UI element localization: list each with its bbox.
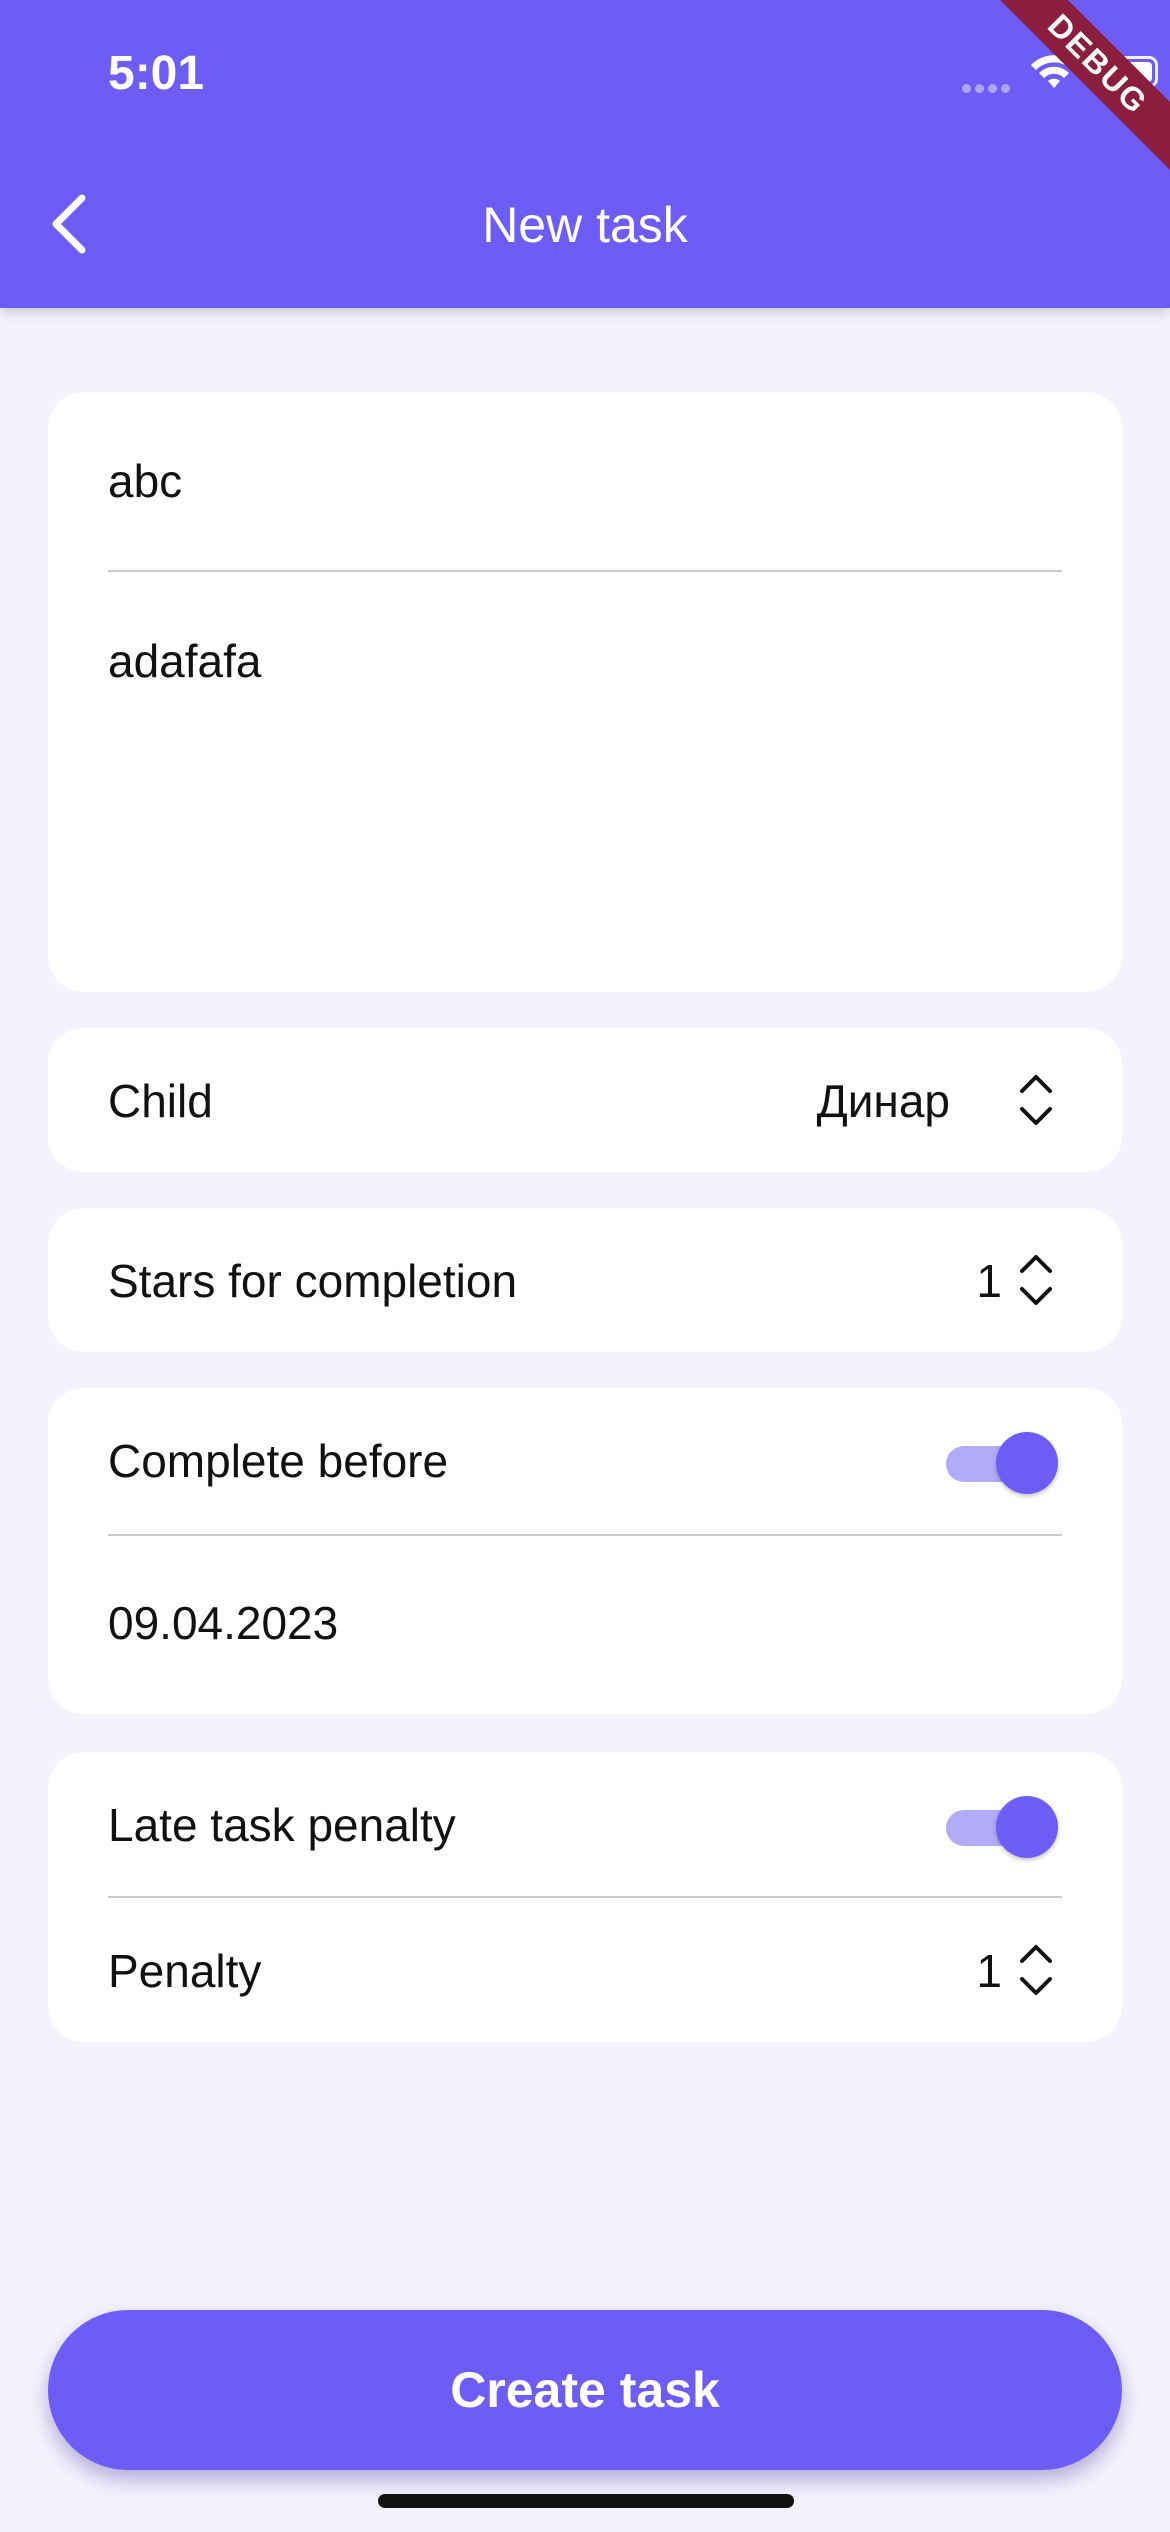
toggle-knob — [996, 1796, 1058, 1858]
divider — [108, 1534, 1062, 1536]
task-description-input[interactable]: adafafa — [108, 634, 1062, 934]
late-penalty-label: Late task penalty — [108, 1799, 456, 1851]
complete-before-label: Complete before — [108, 1435, 449, 1487]
cellular-signal-icon — [962, 80, 1014, 93]
late-penalty-toggle[interactable] — [946, 1796, 1058, 1858]
chevron-up-down-icon[interactable] — [1016, 1941, 1056, 1999]
create-task-button[interactable]: Create task — [48, 2310, 1122, 2470]
debug-ribbon: DEBUG — [989, 0, 1170, 173]
task-text-card: abc adafafa — [48, 392, 1122, 992]
deadline-date[interactable]: 09.04.2023 — [108, 1596, 338, 1650]
stars-label: Stars for completion — [108, 1255, 518, 1307]
penalty-card: Late task penalty Penalty 1 — [48, 1752, 1122, 2042]
chevron-up-down-icon[interactable] — [1016, 1251, 1056, 1309]
stars-value: 1 — [976, 1255, 1002, 1307]
chevron-up-down-icon[interactable] — [1016, 1071, 1056, 1129]
task-title-input[interactable]: abc — [108, 454, 182, 508]
child-label: Child — [108, 1075, 213, 1127]
penalty-label: Penalty — [108, 1945, 262, 1997]
stars-row[interactable]: Stars for completion 1 — [48, 1208, 1122, 1352]
home-indicator — [378, 2494, 794, 2508]
penalty-value: 1 — [976, 1945, 1002, 1997]
divider — [108, 570, 1062, 572]
toggle-knob — [996, 1432, 1058, 1494]
page-title: New task — [482, 197, 688, 253]
child-select-row[interactable]: Child Динар — [48, 1028, 1122, 1172]
app-bar: 5:01 DEBUG New task — [0, 0, 1170, 308]
status-time: 5:01 — [108, 47, 205, 100]
divider — [108, 1896, 1062, 1898]
child-value: Динар — [816, 1075, 950, 1127]
complete-before-toggle[interactable] — [946, 1432, 1058, 1494]
deadline-card: Complete before 09.04.2023 — [48, 1388, 1122, 1714]
